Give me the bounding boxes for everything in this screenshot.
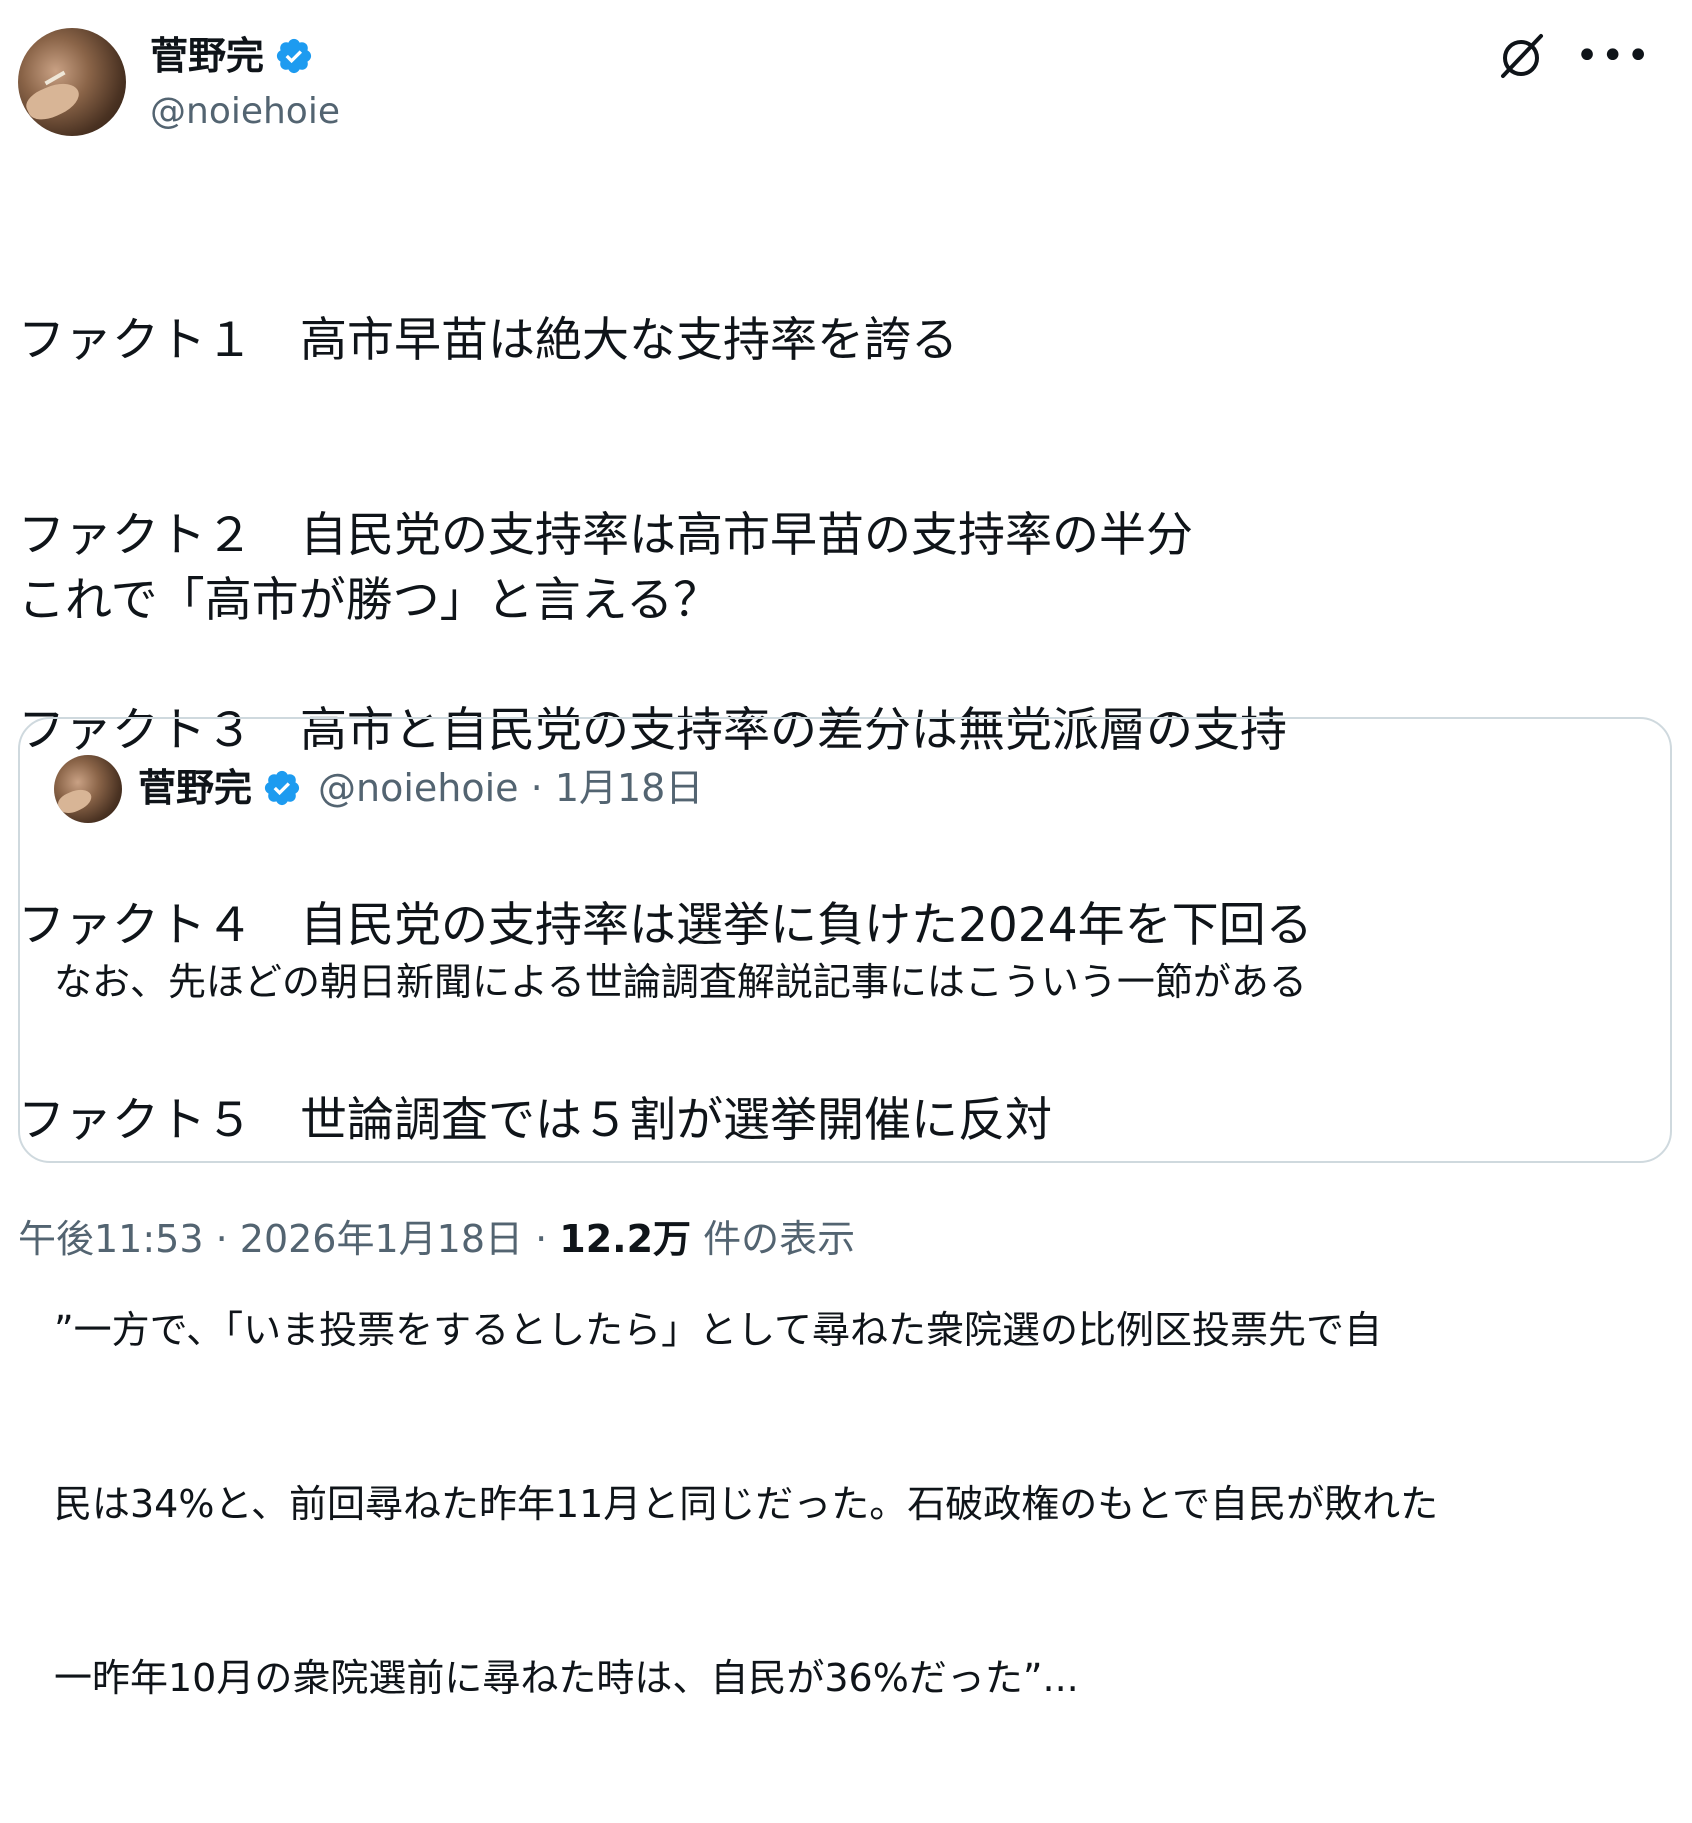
author-avatar[interactable] bbox=[18, 28, 126, 136]
verified-badge-icon bbox=[276, 38, 312, 74]
quoted-tweet-header: 菅野完 @noiehoie · 1月18日 bbox=[138, 763, 703, 813]
quoted-line: なお、先ほどの朝日新聞による世論調査解説記事にはこういう一節がある bbox=[54, 960, 1307, 1004]
quoted-meta: @noiehoie · 1月18日 bbox=[318, 766, 704, 810]
quoted-line bbox=[54, 1127, 1644, 1185]
quoted-line: 民は34%と、前回尋ねた昨年11月と同じだった。石破政権のもとで自民が敗れた bbox=[54, 1482, 1439, 1526]
view-count-label: 件の表示 bbox=[703, 1217, 856, 1261]
grok-icon[interactable] bbox=[1495, 30, 1547, 82]
tweet-time[interactable]: 午後11:53 bbox=[18, 1217, 204, 1261]
quoted-line: ”一方で、「いま投票をするとしたら」として尋ねた衆院選の比例区投票先で自 bbox=[54, 1308, 1383, 1352]
view-count: 12.2万 bbox=[559, 1217, 692, 1261]
tweet-footer: 午後11:53 · 2026年1月18日 · 12.2万 件の表示 bbox=[18, 1217, 856, 1261]
avatar-hand bbox=[55, 784, 95, 818]
author-name-row: 菅野完 bbox=[150, 34, 314, 78]
quoted-date: 1月18日 bbox=[554, 766, 704, 810]
quoted-line: 一昨年10月の衆院選前に尋ねた時は、自民が36%だった”... bbox=[54, 1656, 1079, 1700]
tweet-top-actions: ••• bbox=[1495, 30, 1652, 82]
author-handle[interactable]: @noiehoie bbox=[150, 90, 340, 134]
more-options-icon[interactable]: ••• bbox=[1575, 36, 1652, 76]
tweet-line: ファクト１ 高市早苗は絶大な支持率を誇る bbox=[18, 313, 958, 368]
quoted-author-name: 菅野完 bbox=[138, 766, 253, 810]
author-display-name[interactable]: 菅野完 bbox=[150, 34, 264, 78]
tweet-date[interactable]: 2026年1月18日 bbox=[240, 1217, 523, 1261]
verified-badge-icon bbox=[264, 770, 300, 806]
quoted-author-avatar bbox=[54, 755, 122, 823]
tweet-line: ファクト２ 自民党の支持率は高市早苗の支持率の半分 bbox=[18, 508, 1193, 563]
quoted-tweet-body: なお、先ほどの朝日新聞による世論調査解説記事にはこういう一節がある ”一方で、「… bbox=[54, 837, 1644, 1823]
quoted-tweet-card[interactable]: 菅野完 @noiehoie · 1月18日 なお、先ほどの朝日新聞による世論調査… bbox=[18, 717, 1672, 1700]
tweet-question: これで「高市が勝つ」と言える？ bbox=[18, 573, 721, 628]
avatar-hand bbox=[22, 75, 84, 127]
quoted-handle: @noiehoie bbox=[318, 766, 519, 810]
